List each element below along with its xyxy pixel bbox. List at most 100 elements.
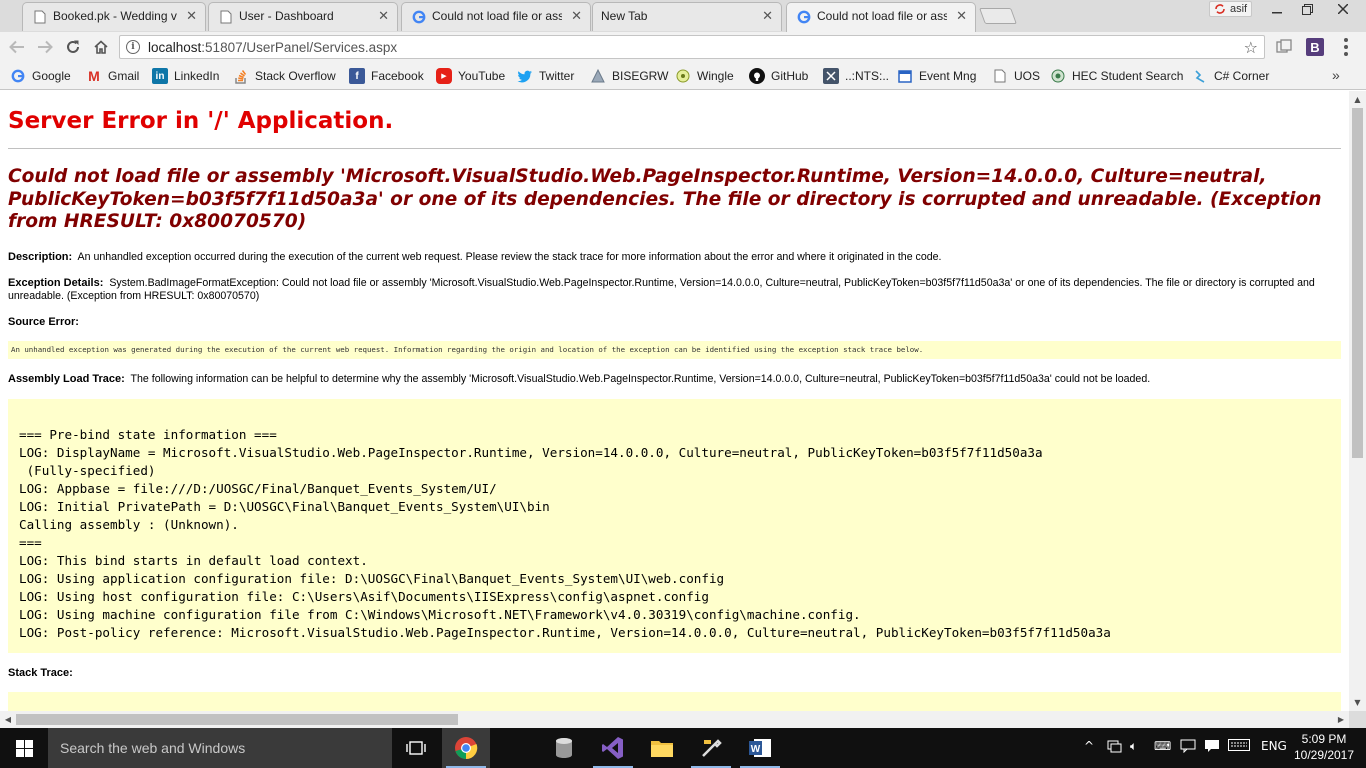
profile-button[interactable]: asif <box>1209 1 1253 17</box>
more-bookmarks-button[interactable]: » <box>1332 67 1340 83</box>
vertical-scrollbar[interactable]: ▲ ▼ <box>1349 91 1366 711</box>
bootstrap-extension-icon[interactable]: B <box>1306 38 1324 56</box>
bookmark-linkedin[interactable]: in LinkedIn <box>152 67 219 85</box>
taskbar-tools-app[interactable] <box>687 728 735 768</box>
bookmark-google[interactable]: Google <box>10 67 71 85</box>
language-indicator[interactable]: ENG <box>1261 739 1287 753</box>
close-icon[interactable]: ✕ <box>762 9 773 24</box>
wingle-icon <box>675 68 691 84</box>
reload-icon <box>67 40 79 53</box>
tab-title: Could not load file or ass <box>817 9 947 23</box>
source-error-label: Source Error: <box>8 316 79 328</box>
close-icon[interactable]: ✕ <box>956 9 967 24</box>
bookmark-gmail[interactable]: M Gmail <box>86 67 139 85</box>
horizontal-scroll-thumb[interactable] <box>16 714 458 725</box>
bookmark-event-mng[interactable]: Event Mng <box>897 67 976 85</box>
close-icon[interactable]: ✕ <box>186 9 197 24</box>
hec-icon <box>1050 68 1066 84</box>
tools-icon <box>702 739 722 757</box>
folder-icon <box>651 741 673 757</box>
scroll-left-icon[interactable]: ◀ <box>0 711 16 728</box>
close-icon[interactable]: ✕ <box>378 9 389 24</box>
scroll-right-icon[interactable]: ▶ <box>1333 711 1349 728</box>
assembly-load-trace-paragraph: Assembly Load Trace: The following infor… <box>8 373 1336 386</box>
clock-date: 10/29/2017 <box>1293 748 1355 762</box>
bookmark-label: HEC Student Search <box>1072 69 1184 83</box>
windows-icon <box>15 739 33 757</box>
twitter-icon <box>517 68 533 84</box>
stack-trace-box <box>8 692 1341 711</box>
home-button[interactable] <box>90 36 112 58</box>
bookmark-uos[interactable]: UOS <box>992 67 1040 85</box>
bookmark-csharp-corner[interactable]: C# Corner <box>1192 67 1269 85</box>
windows-taskbar: Search the web and Windows W ^ 🔈︎ ⌨︎ ENG… <box>0 728 1366 768</box>
bookmark-github[interactable]: GitHub <box>749 67 808 85</box>
bookmark-label: ..:NTS:.. <box>845 69 890 83</box>
bookmark-wingle[interactable]: Wingle <box>675 67 734 85</box>
input-method-icon[interactable]: ⌨︎ <box>1154 739 1171 753</box>
github-icon <box>749 68 765 84</box>
task-view-button[interactable] <box>392 728 440 768</box>
bookmark-hec[interactable]: HEC Student Search <box>1050 67 1183 85</box>
assembly-load-trace-label: Assembly Load Trace: <box>8 373 125 385</box>
bookmark-nts[interactable]: ..:NTS:.. <box>823 67 889 85</box>
tab-booked[interactable]: Booked.pk - Wedding ve ✕ <box>22 2 206 31</box>
star-icon[interactable]: ☆ <box>1244 38 1258 57</box>
network-icon[interactable] <box>1106 738 1122 757</box>
taskbar-visual-studio[interactable] <box>589 728 637 768</box>
profile-name: asif <box>1230 3 1248 15</box>
bookmark-label: Event Mng <box>919 69 977 83</box>
trace-line: === Pre-bind state information === <box>19 427 277 442</box>
volume-icon[interactable]: 🔈︎ <box>1130 739 1137 754</box>
start-button[interactable] <box>0 728 48 768</box>
taskbar-clock[interactable]: 5:09 PM 10/29/2017 <box>1292 731 1356 763</box>
server-error-title: Server Error in '/' Application. <box>8 108 394 134</box>
browser-toolbar: i localhost:51807/UserPanel/Services.asp… <box>0 32 1366 62</box>
tab-error-1[interactable]: Could not load file or ass ✕ <box>401 2 591 31</box>
scroll-up-icon[interactable]: ▲ <box>1349 91 1366 108</box>
bookmark-twitter[interactable]: Twitter <box>517 67 574 85</box>
trace-line: LOG: Using host configuration file: C:\U… <box>19 589 709 604</box>
bookmark-bisegrw[interactable]: BISEGRW <box>590 67 668 85</box>
bookmark-stackoverflow[interactable]: Stack Overflow <box>233 67 336 85</box>
action-center-icon[interactable] <box>1204 739 1220 756</box>
minimize-button[interactable] <box>1262 0 1292 18</box>
taskbar-word[interactable]: W <box>736 728 784 768</box>
horizontal-scrollbar[interactable]: ◀ ▶ <box>0 711 1349 728</box>
info-icon[interactable]: i <box>126 40 140 54</box>
sync-error-icon <box>1215 4 1225 14</box>
bookmark-youtube[interactable]: ▶ YouTube <box>436 67 505 85</box>
tab-dashboard[interactable]: User - Dashboard ✕ <box>208 2 398 31</box>
back-button[interactable] <box>6 36 28 58</box>
tab-title: Booked.pk - Wedding ve <box>53 9 177 23</box>
bookmark-facebook[interactable]: f Facebook <box>349 67 424 85</box>
gmail-icon: M <box>88 68 100 84</box>
extension-icon[interactable] <box>1276 39 1292 55</box>
tab-error-active[interactable]: Could not load file or ass ✕ <box>786 2 976 32</box>
reload-button[interactable] <box>62 36 84 58</box>
arrow-left-icon <box>9 40 24 54</box>
show-hidden-icons-button[interactable]: ^ <box>1084 739 1094 753</box>
new-tab-button[interactable] <box>979 8 1017 24</box>
notification-icon[interactable] <box>1180 739 1196 756</box>
menu-dots-icon[interactable] <box>1338 37 1354 57</box>
close-window-button[interactable] <box>1324 0 1362 18</box>
bookmarks-bar: Google M Gmail in LinkedIn Stack Overflo… <box>0 62 1366 90</box>
bookmark-label: UOS <box>1014 69 1041 83</box>
taskbar-chrome[interactable] <box>442 728 490 768</box>
taskbar-sql-server[interactable] <box>540 728 588 768</box>
google-icon <box>797 10 811 24</box>
close-icon[interactable]: ✕ <box>571 9 582 24</box>
restore-button[interactable] <box>1292 0 1322 18</box>
taskbar-file-explorer[interactable] <box>638 728 686 768</box>
address-bar[interactable]: i localhost:51807/UserPanel/Services.asp… <box>119 35 1265 59</box>
vertical-scroll-thumb[interactable] <box>1352 108 1363 458</box>
exception-details-text: System.BadImageFormatException: Could no… <box>8 277 1315 302</box>
bookmark-label: Twitter <box>539 69 575 83</box>
tab-new-tab[interactable]: New Tab ✕ <box>592 2 782 31</box>
forward-button[interactable] <box>34 36 56 58</box>
keyboard-icon[interactable] <box>1228 739 1250 754</box>
taskbar-search-box[interactable]: Search the web and Windows <box>48 728 392 768</box>
scroll-down-icon[interactable]: ▼ <box>1349 694 1366 711</box>
source-error-text: An unhandled exception was generated dur… <box>11 345 924 354</box>
